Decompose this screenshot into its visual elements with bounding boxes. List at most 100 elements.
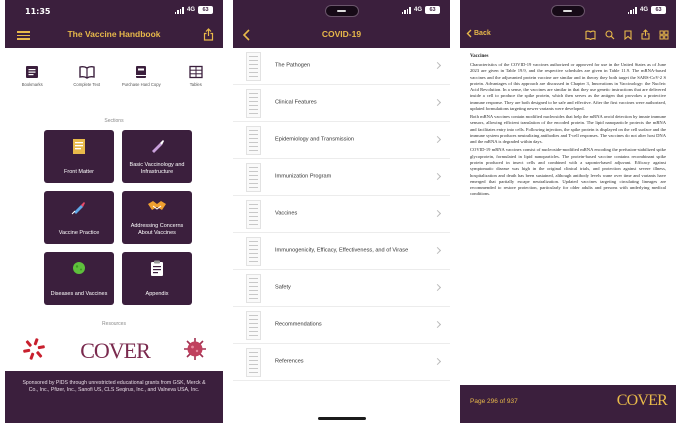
virus-icon [44, 260, 114, 276]
section-tile-label: Appendix [145, 291, 169, 298]
toc-item[interactable]: Safety [233, 270, 450, 307]
toc-list: The Pathogen Clinical Features Epidemiol… [233, 48, 450, 423]
section-tile-basic-vaccinology[interactable]: Basic Vaccinology and Infrastructure [122, 130, 192, 183]
page-thumbnail [246, 52, 261, 81]
handshake-icon [122, 199, 192, 215]
book-icon[interactable] [585, 27, 596, 45]
battery-icon: 63 [198, 6, 213, 14]
toc-item[interactable]: Vaccines [233, 196, 450, 233]
cover-logo: COVER [616, 392, 668, 409]
chevron-left-icon [466, 29, 472, 38]
reader-screen: 4G 63 Back Vaccines Characteristics of t… [460, 0, 676, 423]
toc-item[interactable]: References [233, 344, 450, 381]
toc-item[interactable]: Clinical Features [233, 85, 450, 122]
reader-footer: Page 296 of 937 COVER [460, 385, 676, 423]
toc-item[interactable]: The Pathogen [233, 48, 450, 85]
chevron-right-icon [433, 320, 442, 329]
quick-link-tables[interactable]: Tables [173, 65, 219, 87]
quick-link-label: Tables [189, 82, 202, 87]
quick-link-label: Complete Text [73, 82, 101, 87]
resources-row: COVER [5, 336, 223, 366]
status-time: 11:35 [25, 7, 51, 16]
section-tile-label: Vaccine Practice [58, 230, 100, 237]
signal-icon [174, 6, 184, 14]
quick-link-purchase[interactable]: Purchase Hard Copy [118, 65, 164, 87]
page-thumbnail [246, 126, 261, 155]
section-tile-diseases-vaccines[interactable]: Diseases and Vaccines [44, 252, 114, 305]
network-label: 4G [186, 7, 195, 13]
toc-title: COVID-19 [321, 29, 362, 39]
app-title: The Vaccine Handbook [67, 29, 161, 39]
resources-heading: Resources [102, 321, 126, 327]
pinwheel-logo-icon[interactable] [21, 336, 47, 367]
sections-heading: Sections [104, 118, 124, 124]
page-thumbnail [246, 348, 261, 377]
section-tile-vaccine-practice[interactable]: Vaccine Practice [44, 191, 114, 244]
section-tile-label: Addressing Concerns About Vaccines [130, 223, 184, 237]
toc-item-label: Epidemiology and Transmission [275, 136, 354, 143]
chevron-right-icon [433, 98, 442, 107]
page-thumbnail [246, 311, 261, 340]
status-bar: 4G 63 [460, 0, 676, 22]
page-heading: Vaccines [470, 54, 489, 59]
page-thumbnail [246, 274, 261, 303]
cover-logo[interactable]: COVER [80, 338, 151, 364]
toc-item-label: Clinical Features [275, 99, 317, 106]
toc-item-label: References [275, 358, 304, 365]
signal-icon [401, 6, 411, 14]
pen-nib-icon [122, 138, 192, 154]
toc-item-label: Immunogenicity, Efficacy, Effectiveness,… [275, 247, 409, 254]
toc-item[interactable]: Immunogenicity, Efficacy, Effectiveness,… [233, 233, 450, 270]
page-thumbnail [246, 89, 261, 118]
section-tile-label: Diseases and Vaccines [50, 291, 108, 298]
toc-item[interactable]: Epidemiology and Transmission [233, 122, 450, 159]
reader-page[interactable]: Vaccines Characteristics of the COVID-19… [460, 48, 676, 385]
home-navbar: The Vaccine Handbook [5, 22, 223, 48]
toc-item[interactable]: Immunization Program [233, 159, 450, 196]
section-tile-front-matter[interactable]: Front Matter [44, 130, 114, 183]
syringe-icon [44, 199, 114, 215]
status-bar: 11:35 4G 63 [5, 0, 223, 22]
chevron-right-icon [433, 209, 442, 218]
reader-toolbar [585, 27, 669, 45]
home-screen: 11:35 4G 63 The Vaccine Handbook Bookmar… [5, 0, 223, 423]
bookmark-list-icon [24, 65, 40, 79]
toc-item-label: Recommendations [275, 321, 322, 328]
back-label: Back [474, 30, 491, 37]
quick-link-label: Bookmarks [21, 82, 43, 87]
book-purchase-icon [133, 65, 149, 79]
section-tile-label: Front Matter [64, 169, 94, 176]
sections-grid: Front Matter Basic Vaccinology and Infra… [44, 130, 192, 305]
home-indicator[interactable] [317, 417, 366, 420]
share-icon[interactable] [203, 28, 214, 46]
section-tile-addressing-concerns[interactable]: Addressing Concerns About Vaccines [122, 191, 192, 244]
quick-link-complete-text[interactable]: Complete Text [64, 65, 110, 87]
bookmark-icon[interactable] [624, 27, 632, 45]
document-icon [44, 138, 114, 154]
page-paragraph: COVID-19 mRNA vaccines consist of nucleo… [470, 147, 666, 197]
dynamic-island [551, 5, 585, 17]
quick-link-bookmarks[interactable]: Bookmarks [9, 65, 55, 87]
search-icon[interactable] [605, 27, 615, 45]
toc-item[interactable]: Recommendations [233, 307, 450, 344]
coronavirus-icon[interactable] [183, 337, 207, 366]
status-icons: 4G 63 [174, 6, 213, 14]
toc-item-label: Vaccines [275, 210, 298, 217]
dynamic-island [324, 5, 359, 17]
open-book-icon [79, 65, 95, 79]
back-button[interactable]: Back [466, 29, 491, 38]
sponsor-banner: Sponsored by PIDS through unrestricted e… [5, 371, 223, 423]
signal-icon [627, 6, 637, 14]
toc-item-label: Immunization Program [275, 173, 332, 180]
table-icon [188, 65, 204, 79]
grid-view-icon[interactable] [659, 27, 669, 45]
toc-screen: 4G 63 COVID-19 The Pathogen Clinical Fea… [233, 0, 450, 423]
quick-link-label: Purchase Hard Copy [121, 82, 161, 87]
share-icon[interactable] [641, 27, 650, 45]
page-thumbnail [246, 200, 261, 229]
page-paragraph: Both mRNA vaccines contain modified nucl… [470, 114, 666, 145]
page-paragraph: Characteristics of the COVID-19 vaccines… [470, 62, 666, 111]
section-tile-appendix[interactable]: Appendix [122, 252, 192, 305]
page-counter: Page 296 of 937 [470, 398, 518, 405]
chevron-right-icon [433, 172, 442, 181]
